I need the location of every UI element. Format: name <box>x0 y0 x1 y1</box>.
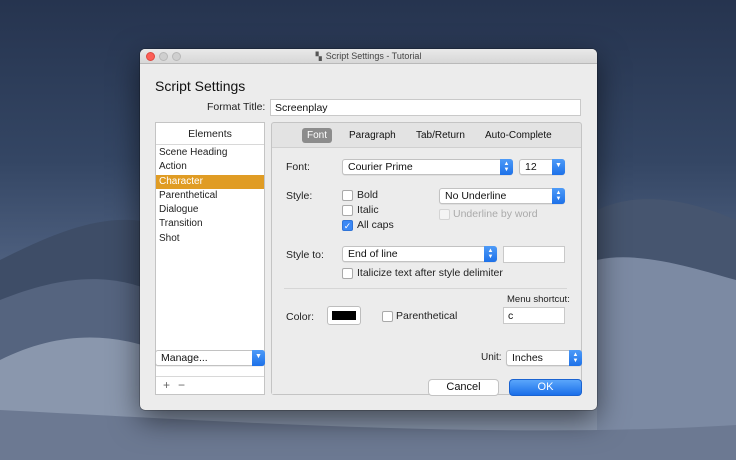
document-icon: ▚ <box>315 52 322 61</box>
chevron-down-icon: ▼ <box>552 159 565 175</box>
parenthetical-label: Parenthetical <box>396 310 458 322</box>
underline-by-word-checkbox[interactable] <box>439 209 450 220</box>
tab-font[interactable]: Font <box>302 128 333 143</box>
up-down-arrows-icon: ▲ ▼ <box>569 350 582 366</box>
menu-shortcut-input[interactable]: c <box>503 307 565 324</box>
elements-list-footer: + − <box>156 376 264 394</box>
bold-label: Bold <box>357 189 379 201</box>
elements-list-header: Elements <box>156 123 264 145</box>
italicize-after-delimiter-label: Italicize text after style delimiter <box>357 267 503 279</box>
italic-checkbox[interactable] <box>342 205 353 216</box>
unit-popup[interactable]: Inches ▲ ▼ <box>506 350 582 366</box>
chevron-down-icon: ▼ <box>252 350 265 366</box>
format-title-input[interactable]: Screenplay <box>270 99 581 116</box>
element-item-character[interactable]: Character <box>156 174 264 189</box>
element-item-scene-heading[interactable]: Scene Heading <box>156 146 264 160</box>
cancel-button[interactable]: Cancel <box>428 379 499 396</box>
font-family-value: Courier Prime <box>348 161 413 173</box>
font-size-value: 12 <box>525 161 537 173</box>
style-delimiter-input[interactable] <box>503 246 565 263</box>
script-settings-window: ▚ Script Settings - Tutorial Script Setti… <box>140 49 597 410</box>
ok-button[interactable]: OK <box>509 379 582 396</box>
underline-value: No Underline <box>445 190 507 202</box>
tab-paragraph[interactable]: Paragraph <box>344 128 401 143</box>
element-item-parenthetical[interactable]: Parenthetical <box>156 189 264 203</box>
checkmark-icon: ✓ <box>343 221 352 231</box>
font-size-popup[interactable]: 12 ▼ <box>519 159 565 175</box>
window-title: ▚ Script Settings - Tutorial <box>140 51 597 61</box>
elements-items: Scene Heading Action Character Parenthet… <box>156 145 264 246</box>
unit-label: Unit: <box>481 352 502 363</box>
style-to-label: Style to: <box>286 249 324 261</box>
color-well[interactable] <box>327 306 361 325</box>
underline-by-word-label: Underline by word <box>453 208 538 220</box>
all-caps-checkbox[interactable]: ✓ <box>342 220 353 231</box>
italicize-after-delimiter-checkbox[interactable] <box>342 268 353 279</box>
font-family-popup[interactable]: Courier Prime ▲ ▼ <box>342 159 513 175</box>
up-down-arrows-icon: ▲ ▼ <box>552 188 565 204</box>
style-label: Style: <box>286 190 313 202</box>
parenthetical-checkbox[interactable] <box>382 311 393 322</box>
title-bar: ▚ Script Settings - Tutorial <box>140 49 597 64</box>
dialog-heading: Script Settings <box>155 78 246 94</box>
color-swatch <box>332 311 356 320</box>
separator <box>284 288 567 289</box>
element-item-action[interactable]: Action <box>156 160 264 174</box>
style-to-value: End of line <box>348 248 398 260</box>
menu-shortcut-label: Menu shortcut: <box>507 294 570 305</box>
format-title-label: Format Title: <box>207 101 266 113</box>
unit-value: Inches <box>512 352 543 364</box>
manage-popup[interactable]: Manage... ▼ <box>155 350 265 366</box>
window-title-text: Script Settings - Tutorial <box>325 51 422 61</box>
color-label: Color: <box>286 311 315 323</box>
add-element-button[interactable]: + <box>163 378 170 392</box>
element-item-dialogue[interactable]: Dialogue <box>156 203 264 217</box>
element-item-shot[interactable]: Shot <box>156 232 264 246</box>
style-to-popup[interactable]: End of line ▲ ▼ <box>342 246 497 262</box>
all-caps-label: All caps <box>357 219 394 231</box>
font-label: Font: <box>286 161 310 173</box>
manage-popup-label: Manage... <box>161 352 208 364</box>
element-item-transition[interactable]: Transition <box>156 217 264 231</box>
tab-tab-return[interactable]: Tab/Return <box>411 128 470 143</box>
italic-label: Italic <box>357 204 379 216</box>
remove-element-button[interactable]: − <box>178 378 185 392</box>
tab-auto-complete[interactable]: Auto-Complete <box>480 128 557 143</box>
bold-checkbox[interactable] <box>342 190 353 201</box>
up-down-arrows-icon: ▲ ▼ <box>484 246 497 262</box>
up-down-arrows-icon: ▲ ▼ <box>500 159 513 175</box>
underline-popup[interactable]: No Underline ▲ ▼ <box>439 188 565 204</box>
